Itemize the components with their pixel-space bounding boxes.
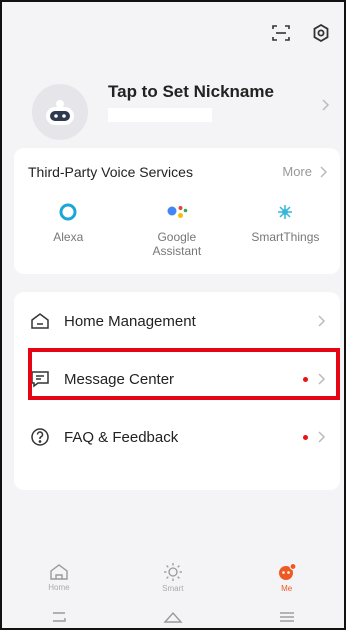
menu-icon[interactable] [275, 608, 299, 626]
voice-more-link[interactable]: More [282, 164, 328, 179]
voice-item-smartthings[interactable]: SmartThings [231, 200, 340, 258]
profile-header[interactable]: Tap to Set Nickname [32, 72, 332, 142]
menu-item-faq-feedback[interactable]: FAQ & Feedback [14, 408, 340, 466]
voice-services-title: Third-Party Voice Services [28, 164, 193, 180]
tab-label: Me [281, 583, 293, 593]
back-icon[interactable] [47, 608, 71, 626]
tab-bar: Home Smart Me [2, 554, 344, 600]
menu-card: Home Management Message Center FAQ & Fee… [14, 292, 340, 490]
sun-icon [163, 562, 182, 581]
home-icon [28, 309, 52, 333]
voice-services-card: Third-Party Voice Services More Alexa Go… [14, 148, 340, 274]
account-placeholder [108, 108, 212, 122]
me-icon [278, 562, 297, 580]
voice-item-alexa[interactable]: Alexa [14, 200, 123, 258]
scan-icon[interactable] [270, 22, 292, 44]
chevron-right-icon [318, 373, 326, 385]
voice-item-google-assistant[interactable]: Google Assistant [123, 200, 232, 258]
chevron-right-icon [318, 431, 326, 443]
home-nav-icon[interactable] [161, 608, 185, 626]
tab-smart[interactable]: Smart [116, 554, 230, 600]
voice-item-label: Alexa [53, 230, 84, 244]
menu-item-home-management[interactable]: Home Management [14, 292, 340, 350]
avatar[interactable] [32, 84, 88, 140]
top-toolbar [270, 22, 332, 44]
message-icon [28, 367, 52, 391]
settings-icon[interactable] [310, 22, 332, 44]
help-icon [28, 425, 52, 449]
tab-me[interactable]: Me [230, 554, 344, 600]
chevron-right-icon [320, 165, 328, 178]
tab-label: Home [48, 582, 70, 592]
chevron-right-icon [318, 315, 326, 327]
chevron-right-icon [318, 98, 332, 112]
nickname-label[interactable]: Tap to Set Nickname [108, 82, 274, 102]
menu-item-message-center[interactable]: Message Center [14, 350, 340, 408]
menu-item-label: FAQ & Feedback [64, 428, 179, 446]
me-screen: Tap to Set Nickname Third-Party Voice Se… [0, 0, 346, 630]
voice-item-label: SmartThings [251, 230, 320, 244]
menu-item-label: Home Management [64, 312, 196, 330]
google-assistant-icon [164, 200, 190, 224]
smartthings-icon [272, 200, 298, 224]
tab-label: Smart [162, 583, 184, 593]
home-icon [50, 563, 68, 580]
tab-home[interactable]: Home [2, 554, 116, 600]
voice-item-label: Google Assistant [152, 230, 202, 258]
menu-item-label: Message Center [64, 370, 175, 388]
system-nav-bar [2, 602, 344, 628]
unread-badge [303, 376, 308, 382]
alexa-icon [55, 200, 81, 224]
unread-badge [303, 434, 308, 440]
more-label: More [282, 164, 312, 179]
